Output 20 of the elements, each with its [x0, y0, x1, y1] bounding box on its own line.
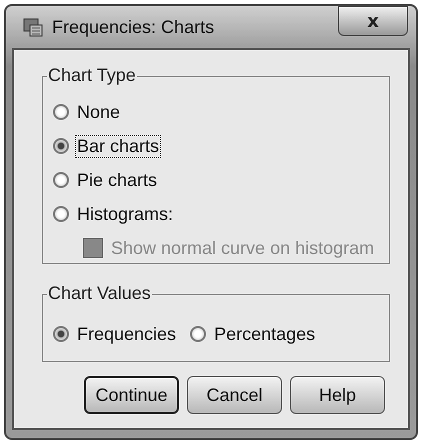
app-icon	[22, 16, 44, 38]
radio-button[interactable]	[190, 326, 206, 342]
dialog-button[interactable]: Cancel	[187, 376, 282, 414]
group-title: Chart Type	[47, 65, 137, 86]
option-label: None	[76, 100, 122, 124]
window-title: Frequencies: Charts	[52, 16, 216, 38]
option-label: Histograms:	[76, 202, 174, 226]
option-label: Percentages	[213, 322, 316, 346]
close-button[interactable]: x	[338, 6, 408, 36]
radio-button[interactable]	[53, 206, 69, 222]
radio-button[interactable]	[53, 104, 69, 120]
dialog-button[interactable]: Continue	[84, 376, 179, 414]
option-label: Frequencies	[76, 322, 178, 346]
radio-button[interactable]	[53, 138, 69, 154]
dialog-button[interactable]: Help	[290, 376, 385, 414]
option-label: Bar charts	[75, 134, 162, 158]
radio-button[interactable]	[53, 326, 69, 342]
option-label: Pie charts	[76, 168, 158, 192]
option-label: Show normal curve on histogram	[110, 236, 376, 260]
radio-button[interactable]	[53, 172, 69, 188]
